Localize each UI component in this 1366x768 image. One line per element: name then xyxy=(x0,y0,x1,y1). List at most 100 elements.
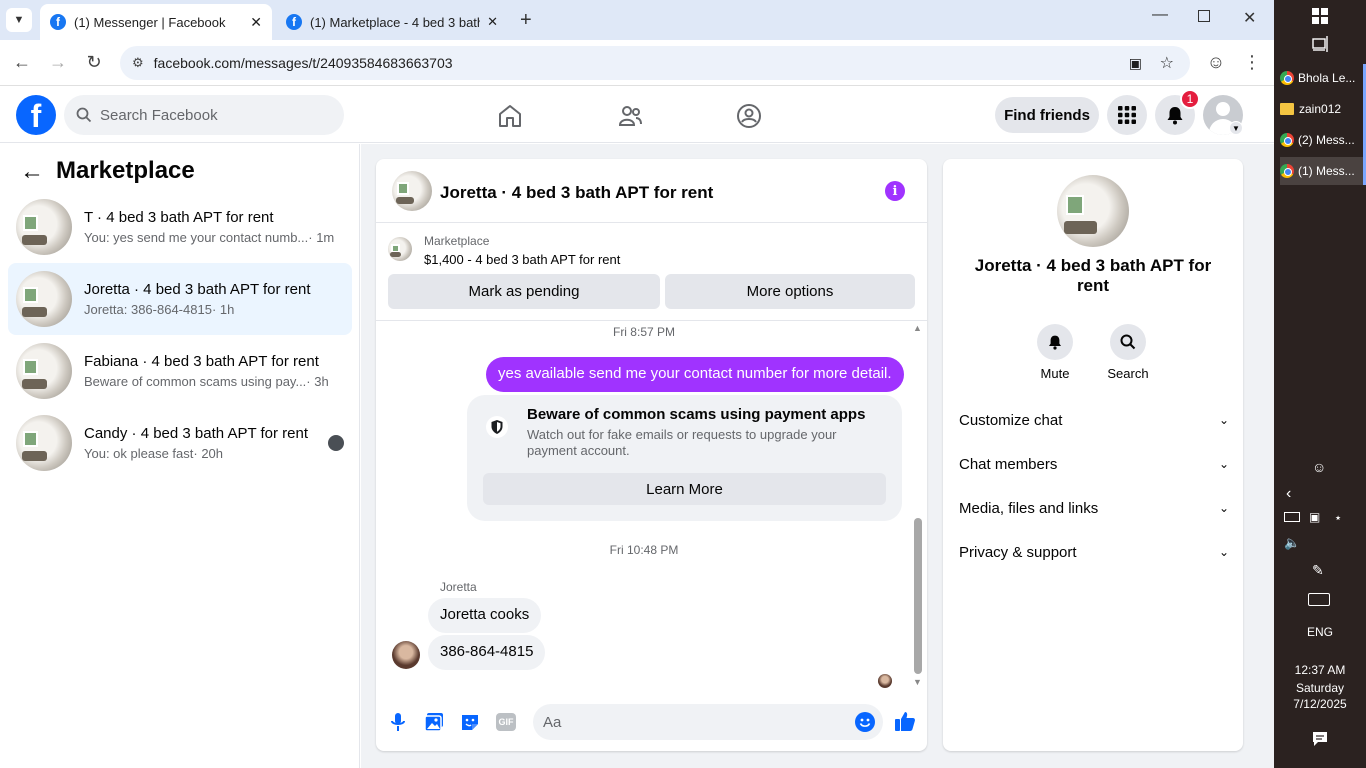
chat-header: Joretta · 4 bed 3 bath APT for rent i xyxy=(376,159,927,223)
clock-day[interactable]: Saturday xyxy=(1274,681,1366,695)
search-placeholder: Search Facebook xyxy=(100,106,218,124)
chat-info-panel: Joretta · 4 bed 3 bath APT for rent Mute… xyxy=(943,159,1243,751)
chat-header-thumbnail[interactable] xyxy=(392,171,432,211)
chat-title[interactable]: Joretta · 4 bed 3 bath APT for rent xyxy=(440,183,713,203)
conversation-time: · 1h xyxy=(211,302,235,317)
info-icon[interactable]: i xyxy=(885,181,905,201)
learn-more-button[interactable]: Learn More xyxy=(483,473,886,505)
incoming-message[interactable]: Joretta cooks xyxy=(428,598,542,633)
chevron-down-icon: ⌄ xyxy=(1218,501,1229,515)
close-tab-icon[interactable]: ✕ xyxy=(487,14,498,30)
conversation-item[interactable]: Fabiana · 4 bed 3 bath APT for rent Bewa… xyxy=(8,335,352,407)
conversation-title: T · 4 bed 3 bath APT for rent xyxy=(84,209,274,226)
facebook-logo[interactable]: f xyxy=(16,95,56,135)
scrollbar[interactable]: ▲ ▼ xyxy=(913,323,923,691)
task-view-icon[interactable] xyxy=(1311,36,1329,52)
battery-icon[interactable] xyxy=(1284,512,1300,522)
windows-start-icon[interactable] xyxy=(1312,8,1328,24)
more-options-button[interactable]: More options xyxy=(665,274,915,309)
find-friends-button[interactable]: Find friends xyxy=(995,97,1099,133)
sender-avatar[interactable] xyxy=(392,641,420,669)
clock-time[interactable]: 12:37 AM xyxy=(1274,663,1366,677)
photo-icon[interactable] xyxy=(424,712,444,732)
windows-taskbar: Bhola Le... zain012 (2) Mess... (1) Mess… xyxy=(1274,0,1366,768)
groups-icon[interactable] xyxy=(736,103,762,129)
conversation-item[interactable]: Candy · 4 bed 3 bath APT for rent You: o… xyxy=(8,407,352,479)
conversation-item[interactable]: T · 4 bed 3 bath APT for rent You: yes s… xyxy=(8,191,352,263)
thumbs-up-icon[interactable] xyxy=(894,710,916,732)
search-input[interactable]: Search Facebook xyxy=(64,95,344,135)
maximize-button[interactable] xyxy=(1198,10,1210,22)
notification-count: 1 xyxy=(1186,92,1194,106)
tab-messenger[interactable]: f (1) Messenger | Facebook ✕ xyxy=(40,4,272,40)
install-icon[interactable]: ▣ xyxy=(1129,55,1142,72)
site-info-icon[interactable]: ⚙ xyxy=(132,55,144,71)
microphone-icon[interactable] xyxy=(389,712,407,732)
menu-button[interactable] xyxy=(1107,95,1147,135)
customize-chat-row[interactable]: Customize chat ⌄ xyxy=(959,402,1229,438)
tab-marketplace[interactable]: f (1) Marketplace - 4 bed 3 bath ✕ xyxy=(278,4,504,40)
emoji-icon[interactable] xyxy=(855,712,875,732)
new-tab-button[interactable]: + xyxy=(520,9,532,32)
chat-members-row[interactable]: Chat members ⌄ xyxy=(959,446,1229,482)
conversation-item-selected[interactable]: Joretta · 4 bed 3 bath APT for rent Jore… xyxy=(8,263,352,335)
chrome-icon xyxy=(1280,133,1294,147)
listing-price[interactable]: $1,400 - 4 bed 3 bath APT for rent xyxy=(424,252,620,267)
listing-label: Marketplace xyxy=(424,234,490,248)
menu-kebab-icon[interactable]: ⋮ xyxy=(1240,50,1264,74)
clock-date[interactable]: 7/12/2025 xyxy=(1274,697,1366,711)
facebook-favicon-icon: f xyxy=(286,14,302,30)
tab-search-button[interactable]: ▼ xyxy=(6,8,32,32)
people-icon[interactable]: ☺ xyxy=(1312,459,1326,475)
outgoing-message[interactable]: yes available send me your contact numbe… xyxy=(486,357,904,392)
reload-button[interactable]: ↻ xyxy=(82,50,106,74)
scroll-up-arrow[interactable]: ▲ xyxy=(913,323,922,333)
taskbar-item[interactable]: Bhola Le... xyxy=(1280,64,1366,92)
incoming-message[interactable]: 386-864-4815 xyxy=(428,635,546,670)
taskbar-item-active[interactable]: (1) Mess... xyxy=(1280,157,1366,185)
minimize-button[interactable]: — xyxy=(1152,6,1168,24)
gif-icon[interactable]: GIF xyxy=(496,713,516,731)
back-button[interactable]: ← xyxy=(10,50,34,74)
search-in-chat-button[interactable]: Search xyxy=(1103,324,1153,381)
meet-now-icon[interactable]: ▣ xyxy=(1309,510,1320,524)
media-files-links-row[interactable]: Media, files and links ⌄ xyxy=(959,490,1229,526)
privacy-support-row[interactable]: Privacy & support ⌄ xyxy=(959,534,1229,570)
mute-button[interactable]: Mute xyxy=(1035,324,1075,381)
scroll-thumb[interactable] xyxy=(914,518,922,674)
keyboard-icon[interactable] xyxy=(1308,593,1330,606)
chevron-left-icon[interactable]: ‹ xyxy=(1286,485,1291,503)
incoming-message-text: Joretta cooks xyxy=(440,606,530,623)
mute-label: Mute xyxy=(1040,366,1070,381)
outgoing-message-text: yes available send me your contact numbe… xyxy=(498,365,892,382)
taskbar-item[interactable]: (2) Mess... xyxy=(1280,126,1366,154)
conversation-preview: Joretta: 386-864-4815 xyxy=(84,302,212,317)
bookmark-star-icon[interactable]: ☆ xyxy=(1160,53,1174,73)
taskbar-item-label: zain012 xyxy=(1299,102,1342,116)
tab-title: (1) Messenger | Facebook xyxy=(74,14,226,30)
friends-icon[interactable] xyxy=(617,103,643,129)
forward-button[interactable]: → xyxy=(46,50,70,74)
language-indicator[interactable]: ENG xyxy=(1274,625,1366,639)
notification-center-icon[interactable] xyxy=(1312,731,1328,747)
taskbar-item-label: Bhola Le... xyxy=(1298,71,1356,85)
home-icon[interactable] xyxy=(497,103,523,129)
message-input[interactable]: Aa xyxy=(533,704,883,740)
taskbar-item[interactable]: zain012 xyxy=(1280,95,1366,123)
conversation-time: · 20h xyxy=(193,446,224,461)
volume-icon[interactable]: 🔈 xyxy=(1284,535,1300,551)
marketplace-sidebar: ← Marketplace T · 4 bed 3 bath APT for r… xyxy=(0,144,360,768)
read-receipt-avatar xyxy=(878,674,892,688)
pen-icon[interactable]: ✎ xyxy=(1312,562,1324,579)
profile-icon[interactable]: ☺ xyxy=(1204,50,1228,74)
url-bar[interactable]: ⚙ facebook.com/messages/t/24093584683663… xyxy=(120,46,1190,80)
scroll-down-arrow[interactable]: ▼ xyxy=(913,677,922,687)
section-label: Chat members xyxy=(959,455,1058,473)
close-tab-icon[interactable]: ✕ xyxy=(250,14,262,31)
mark-pending-button[interactable]: Mark as pending xyxy=(388,274,660,309)
back-arrow-icon[interactable]: ← xyxy=(20,158,44,186)
sticker-icon[interactable] xyxy=(460,712,480,732)
close-window-button[interactable]: ✕ xyxy=(1243,8,1256,28)
account-chevron-icon[interactable]: ▼ xyxy=(1229,121,1243,135)
wifi-icon[interactable]: ⋆ xyxy=(1334,510,1342,526)
